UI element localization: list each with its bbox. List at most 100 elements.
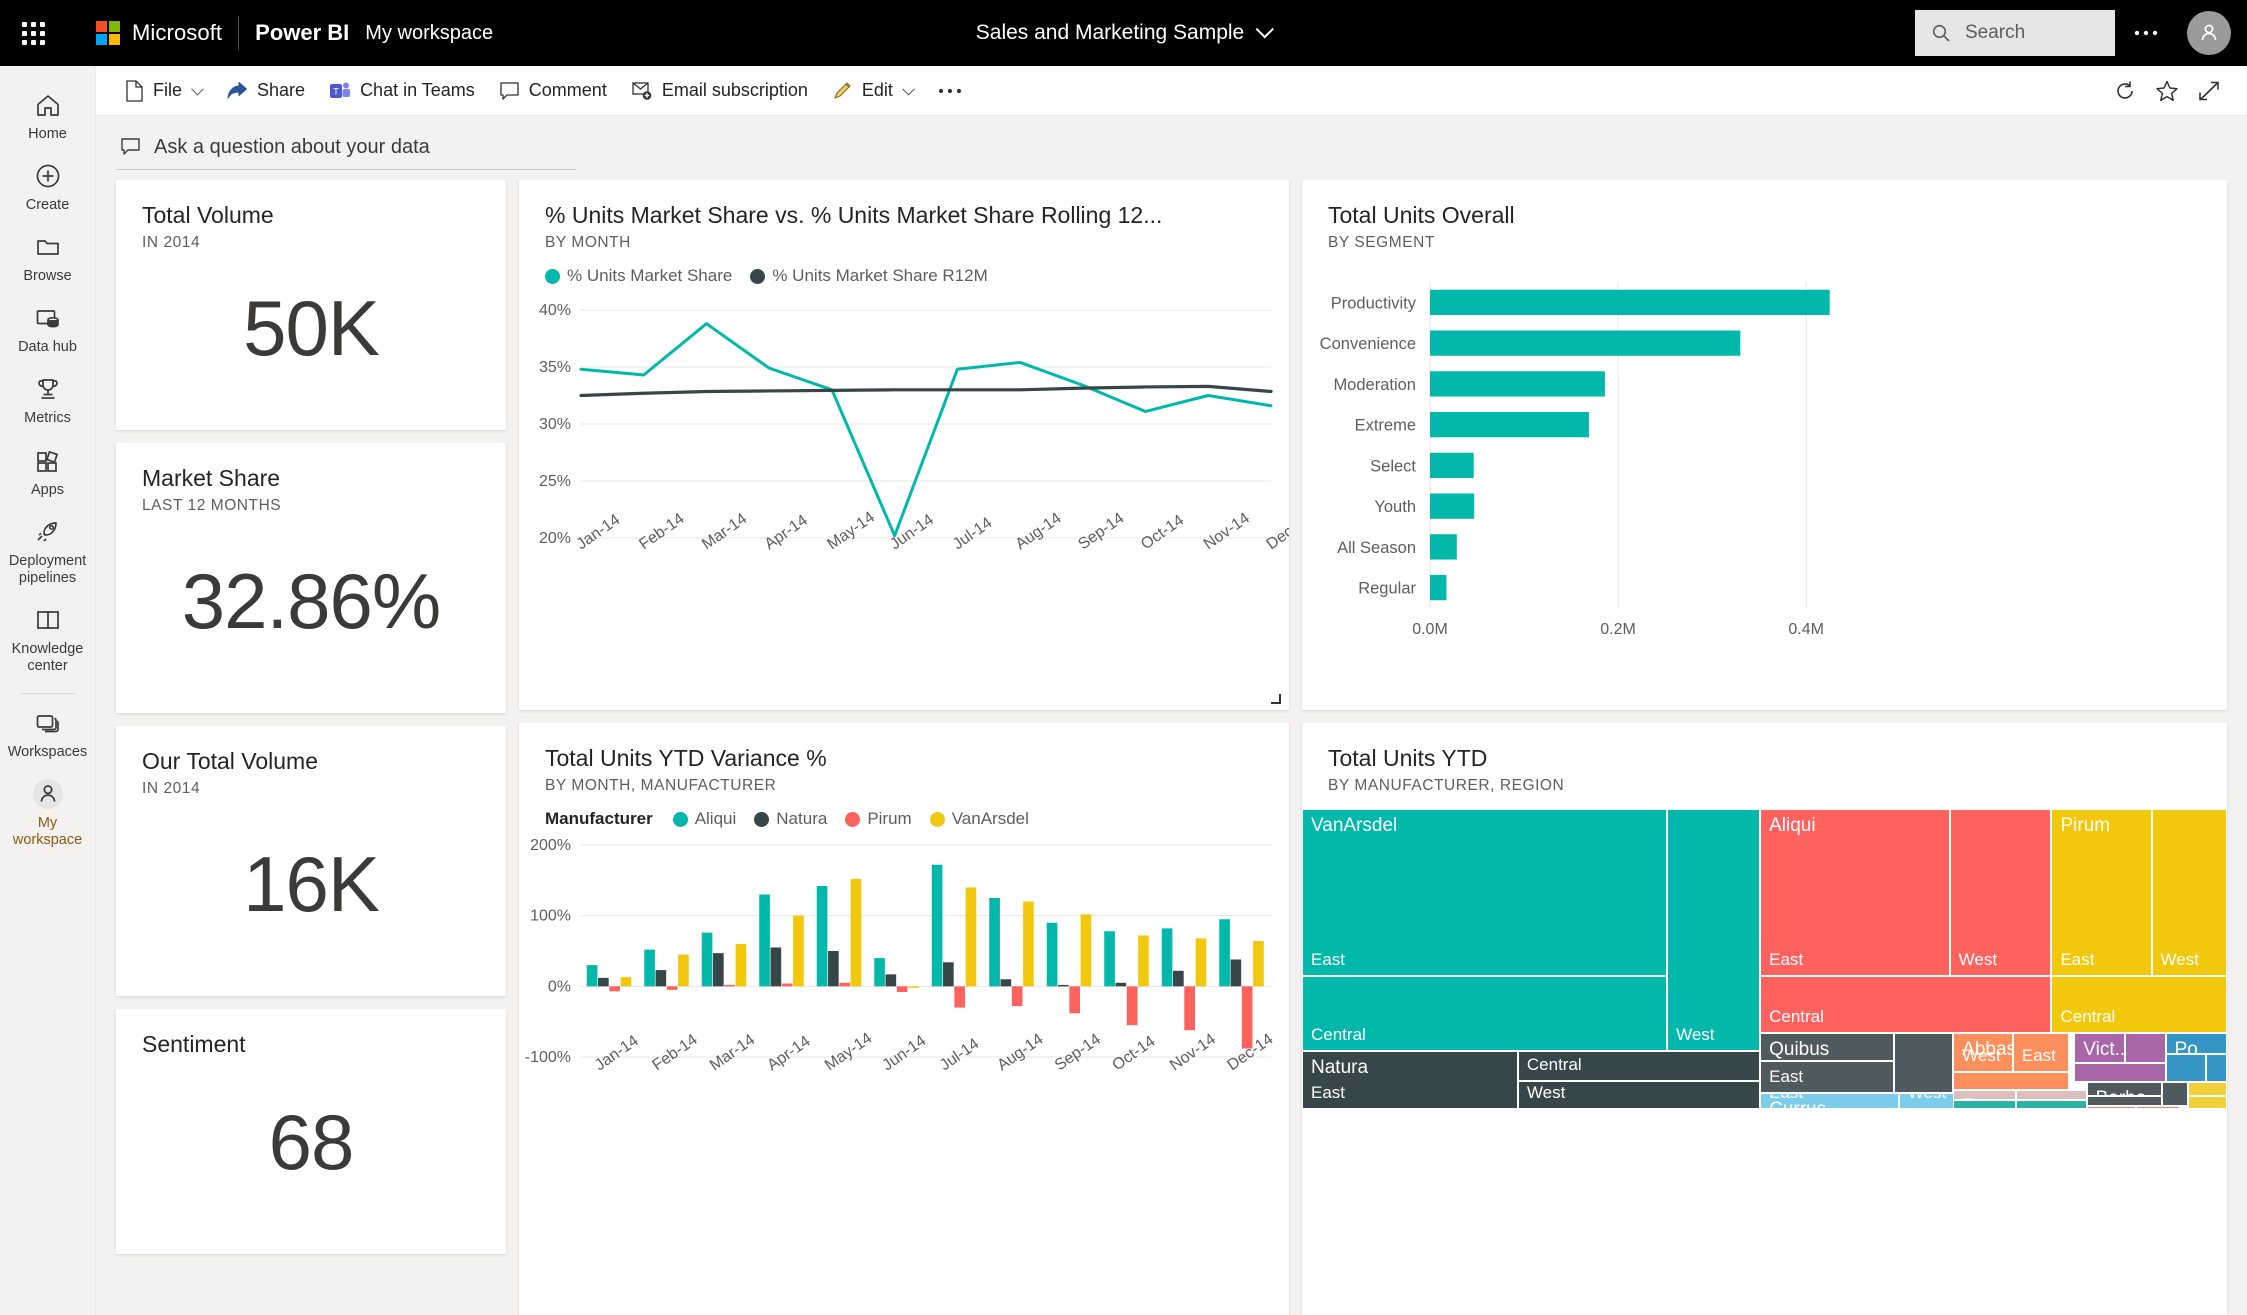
search-input[interactable]: Search [1915, 10, 2115, 56]
treemap-cell[interactable]: Barba [2086, 1082, 2163, 1096]
treemap-cell[interactable]: Quibus [1760, 1032, 1894, 1062]
sidebar-item-data-hub[interactable]: Data hub [2, 293, 94, 364]
bar[interactable] [850, 879, 862, 987]
bar[interactable] [713, 953, 724, 987]
sidebar-item-my-workspace[interactable]: My workspace [2, 769, 94, 857]
legend-item[interactable]: % Units Market Share [545, 266, 732, 286]
fullscreen-button[interactable] [2197, 79, 2221, 103]
treemap-cell[interactable] [2165, 1053, 2206, 1083]
treemap-cell[interactable]: Po... [2165, 1032, 2227, 1054]
bar[interactable] [1161, 928, 1173, 987]
treemap-cell[interactable] [2016, 1100, 2087, 1110]
bar[interactable] [1173, 971, 1184, 987]
tile-total-volume[interactable]: Total Volume IN 2014 50K [116, 180, 506, 430]
bar[interactable] [1058, 985, 1069, 987]
bar[interactable] [1023, 901, 1034, 987]
bar[interactable] [1195, 938, 1207, 987]
bar[interactable] [1138, 935, 1149, 987]
qa-input[interactable]: Ask a question about your data [116, 132, 576, 170]
treemap-cell[interactable]: Aliqui East [1760, 809, 1950, 976]
treemap-cell[interactable] [2188, 1082, 2227, 1096]
sidebar-item-deployment-pipelines[interactable]: Deployment pipelines [2, 507, 94, 595]
bar[interactable] [1126, 986, 1138, 1026]
treemap-cell[interactable]: VanArsdel East [1302, 809, 1668, 976]
header-more-button[interactable] [2119, 6, 2173, 60]
bar[interactable] [620, 977, 632, 987]
bar[interactable] [655, 970, 667, 987]
sidebar-item-create[interactable]: Create [2, 151, 94, 222]
treemap-cell[interactable]: West [1949, 809, 2052, 976]
treemap-cell[interactable]: Natura East [1302, 1050, 1518, 1110]
tile-total-units-ytd-treemap[interactable]: Total Units YTD BY MANUFACTURER, REGION … [1302, 723, 2227, 1315]
report-title-dropdown[interactable]: Sales and Marketing Sample [976, 19, 1274, 45]
bar[interactable] [1430, 534, 1457, 560]
sidebar-item-workspaces[interactable]: Workspaces [2, 698, 94, 769]
bar[interactable] [896, 986, 908, 993]
treemap-cell[interactable]: West [2151, 809, 2227, 976]
bar[interactable] [1430, 290, 1830, 316]
tile-ytd-variance-bar[interactable]: Total Units YTD Variance % BY MONTH, MAN… [519, 723, 1289, 1315]
treemap-cell[interactable]: Currus East [1760, 1092, 1899, 1110]
bar[interactable] [724, 985, 735, 987]
workspace-breadcrumb[interactable]: My workspace [365, 22, 493, 45]
bar[interactable] [666, 986, 678, 991]
legend-item[interactable]: Pirum [845, 809, 912, 829]
tile-total-units-overall[interactable]: Total Units Overall BY SEGMENT 0.0M 0.2M 0… [1302, 180, 2227, 710]
bar[interactable] [874, 958, 885, 987]
avatar[interactable] [2187, 11, 2231, 55]
treemap-cell[interactable]: West [1517, 1080, 1761, 1110]
treemap-cell[interactable]: Vict... [2074, 1032, 2126, 1063]
treemap-cell[interactable]: Central [1302, 975, 1668, 1051]
comment-button[interactable]: Comment [488, 73, 618, 108]
toolbar-more-button[interactable] [926, 80, 974, 102]
sidebar-item-browse[interactable]: Browse [2, 222, 94, 293]
bar[interactable] [1430, 330, 1741, 357]
bar[interactable] [781, 983, 793, 987]
bar[interactable] [701, 933, 713, 987]
treemap-cell[interactable]: Central [1760, 975, 2052, 1033]
sidebar-item-apps[interactable]: Apps [2, 436, 94, 507]
treemap-cell[interactable]: Abbas West [1953, 1032, 2013, 1072]
bar[interactable] [759, 894, 770, 987]
legend-item[interactable]: Aliqui [672, 809, 736, 829]
bar[interactable] [644, 950, 655, 987]
bar[interactable] [1430, 493, 1475, 520]
bar[interactable] [1104, 931, 1115, 987]
treemap-cell[interactable] [2135, 1106, 2180, 1110]
bar[interactable] [1184, 986, 1195, 1031]
treemap-cell[interactable] [1893, 1032, 1954, 1093]
chat-in-teams-button[interactable]: T Chat in Teams [318, 73, 486, 109]
bar[interactable] [816, 886, 828, 987]
treemap-cell[interactable] [2188, 1095, 2227, 1110]
treemap-cell[interactable]: Central [2051, 975, 2227, 1033]
bar[interactable] [678, 954, 689, 987]
edit-button[interactable]: Edit [821, 73, 924, 108]
treemap-cell[interactable]: Central [1517, 1050, 1761, 1081]
treemap-cell[interactable]: West [1667, 809, 1761, 1051]
tile-market-share[interactable]: Market Share LAST 12 MONTHS 32.86% [116, 443, 506, 713]
bar[interactable] [1115, 983, 1127, 987]
resize-handle[interactable] [1271, 694, 1281, 704]
bar[interactable] [1080, 914, 1092, 987]
treemap-cell[interactable]: West [1898, 1092, 1957, 1110]
sidebar-item-knowledge-center[interactable]: Knowledge center [2, 595, 94, 683]
bar[interactable] [954, 986, 965, 1008]
file-menu-button[interactable]: File [114, 73, 213, 109]
treemap-cell[interactable]: East [1760, 1061, 1894, 1093]
legend-item[interactable]: Natura [754, 809, 827, 829]
bar[interactable] [839, 983, 850, 987]
bar[interactable] [1430, 371, 1605, 397]
bar[interactable] [1241, 986, 1253, 1049]
powerbi-wordmark[interactable]: Power BI [255, 20, 349, 46]
app-launcher-button[interactable] [0, 0, 66, 66]
legend-item[interactable]: VanArsdel [929, 809, 1029, 829]
tile-our-total-volume[interactable]: Our Total Volume IN 2014 16K [116, 726, 506, 996]
share-button[interactable]: Share [215, 73, 316, 108]
bar[interactable] [885, 974, 897, 987]
bar[interactable] [1011, 986, 1023, 1007]
bar[interactable] [1430, 575, 1447, 601]
treemap-cell[interactable] [2125, 1032, 2166, 1063]
bar[interactable] [989, 898, 1000, 987]
bar[interactable] [1230, 959, 1242, 987]
bar[interactable] [943, 962, 954, 987]
